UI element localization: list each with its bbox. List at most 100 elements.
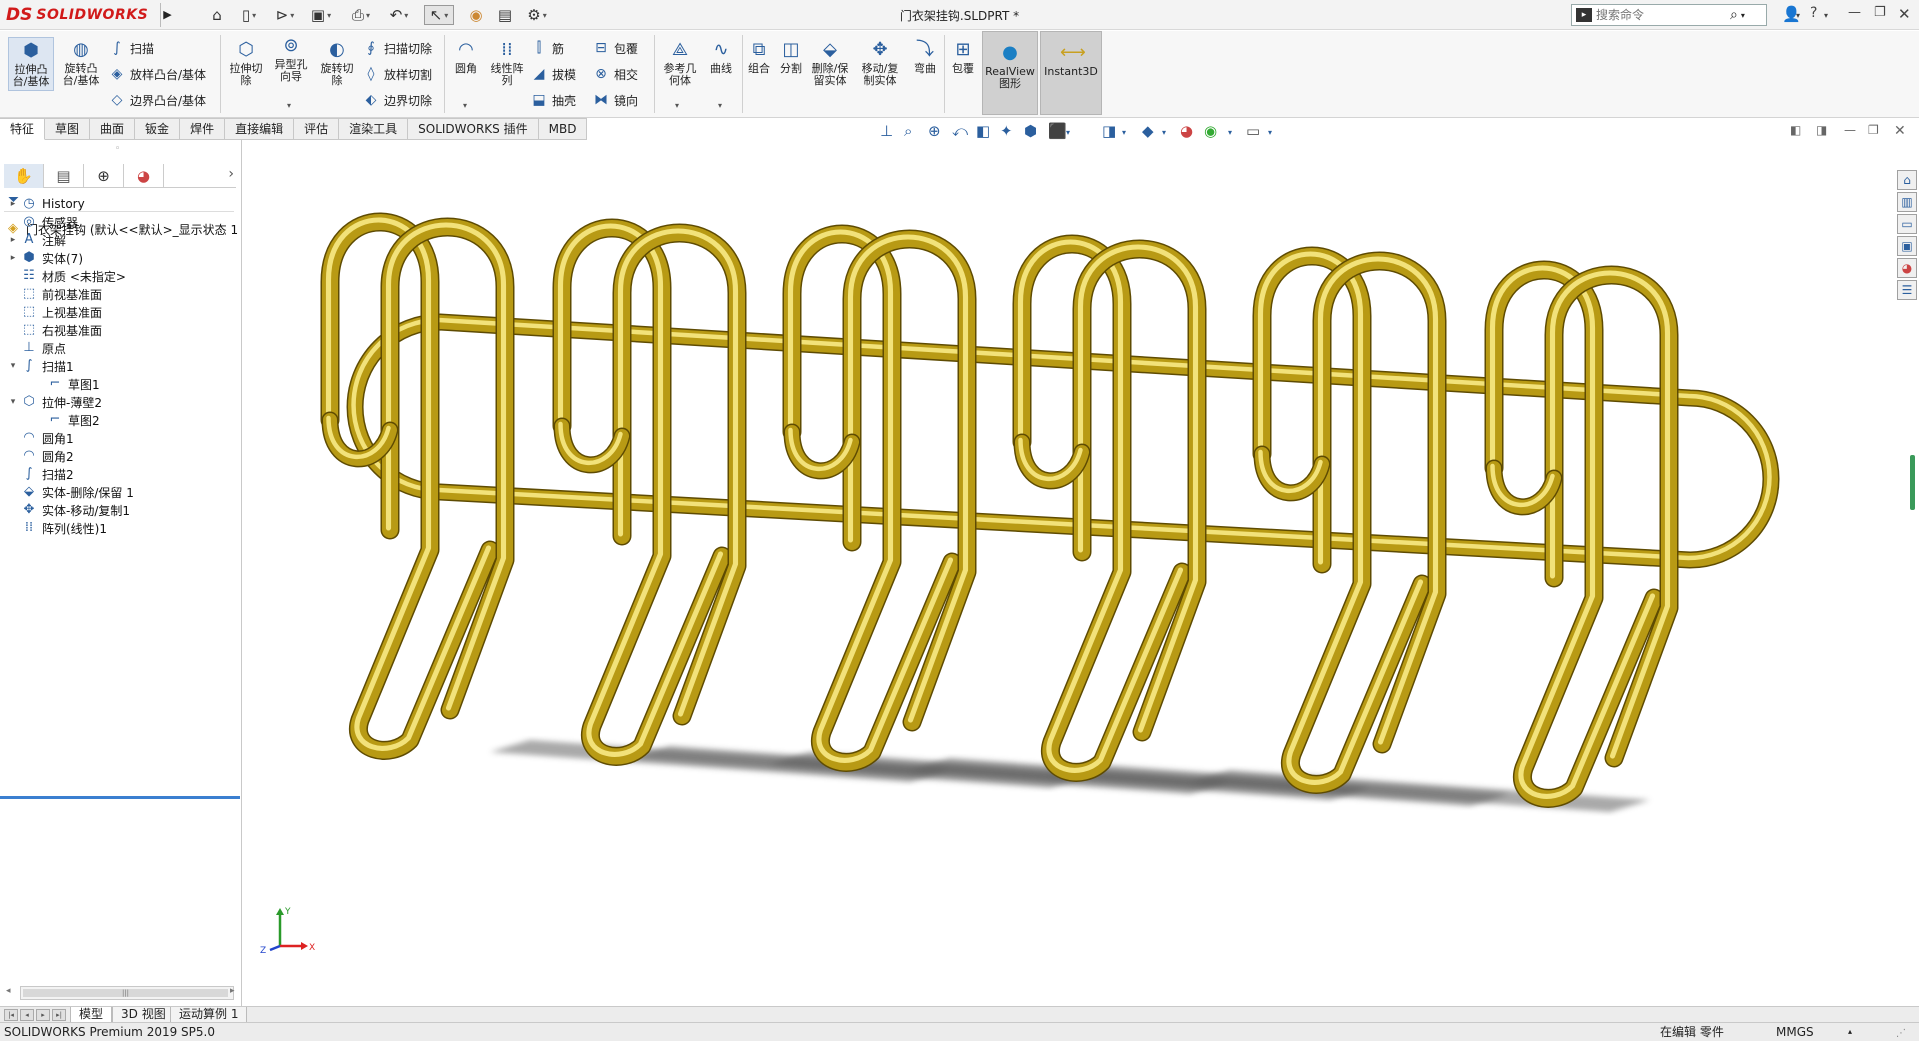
curves-dropdown-icon[interactable]: ▾ — [718, 101, 722, 110]
view-orientation-icon[interactable]: ⬢ — [1024, 122, 1037, 140]
search-command-box[interactable]: ▸ ⌕ ▾ — [1571, 4, 1767, 26]
sweep-button[interactable]: ∫ 扫描 — [108, 39, 154, 57]
design-library-icon[interactable]: ▥ — [1897, 192, 1917, 212]
search-input[interactable] — [1596, 8, 1726, 22]
edit-appearance-dropdown-icon[interactable]: ▾ — [1162, 128, 1166, 137]
appearances-scenes-icon[interactable]: ◕ — [1897, 258, 1917, 278]
open-button[interactable]: ⊳ ▾ — [270, 5, 300, 25]
view-settings-dropdown-icon[interactable]: ▾ — [1228, 128, 1232, 137]
restore-icon[interactable]: ❐ — [1874, 5, 1886, 20]
boundary-cut-button[interactable]: ⬖ 边界切除 — [362, 91, 432, 109]
help-dropdown-icon[interactable]: ▾ — [1824, 11, 1828, 20]
extrude-cut-button[interactable]: ⬡ 拉伸切 除 — [226, 39, 266, 87]
viewport-scroll-indicator[interactable] — [1910, 455, 1915, 510]
shell-button[interactable]: ⬓ 抽壳 — [530, 91, 576, 109]
more-tabs-chevron-icon[interactable]: › — [228, 166, 234, 182]
dynamic-annotation-icon[interactable]: ✦ — [1000, 122, 1013, 140]
section-view-icon[interactable]: ◧ — [976, 122, 990, 140]
horizontal-scrollbar[interactable]: ||| — [20, 986, 234, 1000]
viewport-restore-icon[interactable]: ❐ — [1868, 123, 1879, 137]
realview-graphics-button[interactable]: ● RealView 图形 — [982, 31, 1038, 115]
tab-direct-editing[interactable]: 直接编辑 — [225, 118, 295, 140]
display-manager-tab-icon[interactable]: ◕ — [124, 164, 164, 188]
combine-button[interactable]: ⧉ 组合 — [744, 39, 774, 75]
extrude-boss-button[interactable]: ⬢ 拉伸凸 台/基体 — [8, 37, 54, 91]
select-button[interactable]: ↖ ▾ — [424, 5, 454, 25]
view-orientation-axes-icon[interactable]: ⊥ — [880, 122, 893, 140]
property-manager-tab-icon[interactable]: ▤ — [44, 164, 84, 188]
search-icon[interactable]: ⌕ — [1730, 7, 1738, 23]
tab-mbd[interactable]: MBD — [538, 118, 588, 140]
expand-arrow-icon[interactable]: ▸ — [8, 253, 18, 263]
custom-properties-icon[interactable]: ☰ — [1897, 280, 1917, 300]
unit-dropdown-icon[interactable]: ▴ — [1848, 1023, 1852, 1041]
wrap-feature-button[interactable]: ⊞ 包覆 — [948, 39, 978, 75]
tab-3d-view[interactable]: 3D 视图 — [112, 1007, 175, 1023]
prev-tab-icon[interactable]: ◂ — [20, 1009, 34, 1021]
save-button[interactable]: ▣ ▾ — [306, 5, 336, 25]
instant3d-button[interactable]: ⟷ Instant3D — [1040, 31, 1102, 115]
solidworks-resources-icon[interactable]: ⌂ — [1897, 170, 1917, 190]
solidworks-logo[interactable]: DS SOLIDWORKS — [6, 4, 148, 26]
coat-rack-model[interactable] — [243, 140, 1903, 1006]
flex-button[interactable]: ⤵ 弯曲 — [910, 39, 940, 75]
tab-motion-study[interactable]: 运动算例 1 — [170, 1007, 248, 1023]
fillet-button[interactable]: ◠ 圆角 — [450, 39, 482, 75]
close-icon[interactable]: ✕ — [1898, 5, 1911, 23]
hide-show-items-icon[interactable]: ◨ — [1102, 122, 1116, 140]
display-monitor-icon[interactable]: ▭ — [1246, 122, 1260, 140]
rollback-bar[interactable] — [0, 796, 240, 799]
view-palette-icon[interactable]: ▣ — [1897, 236, 1917, 256]
apply-scene-icon[interactable]: ◕ — [1180, 122, 1193, 140]
minimize-icon[interactable]: — — [1848, 5, 1861, 20]
tab-solidworks-addins[interactable]: SOLIDWORKS 插件 — [408, 118, 539, 140]
sweep-cut-button[interactable]: ∮ 扫描切除 — [362, 39, 432, 57]
unit-system[interactable]: MMGS — [1776, 1023, 1814, 1041]
file-properties-icon[interactable]: ▤ — [494, 5, 516, 25]
rebuild-icon[interactable]: ◉ — [466, 5, 486, 25]
graphics-area[interactable] — [243, 140, 1903, 1006]
delete-keep-body-button[interactable]: ⬙ 删除/保 留实体 — [808, 39, 852, 87]
collapse-arrow-icon[interactable]: ▾ — [8, 361, 18, 371]
tree-item[interactable]: ⁞⁞ 阵列(线性)1 — [8, 517, 107, 539]
tab-surfaces[interactable]: 曲面 — [90, 118, 136, 140]
tab-sketch[interactable]: 草图 — [45, 118, 91, 140]
viewport-left-icon[interactable]: ◧ — [1790, 123, 1801, 137]
split-button[interactable]: ◫ 分割 — [776, 39, 806, 75]
first-tab-icon[interactable]: |◂ — [4, 1009, 18, 1021]
display-style-icon[interactable]: ⬛ — [1048, 122, 1067, 140]
new-document-button[interactable]: ▯ ▾ — [234, 5, 264, 25]
mirror-button[interactable]: ⧓ 镜向 — [592, 91, 638, 109]
menu-expand-arrow-icon[interactable]: ▶ — [160, 3, 174, 27]
display-style-dropdown-icon[interactable]: ▾ — [1066, 128, 1070, 137]
tab-sheet-metal[interactable]: 钣金 — [135, 118, 181, 140]
hole-wizard-button[interactable]: ⊚ 异型孔 向导 — [270, 35, 312, 83]
display-monitor-dropdown-icon[interactable]: ▾ — [1268, 128, 1272, 137]
viewport-minimize-icon[interactable]: — — [1844, 123, 1856, 137]
reference-geometry-dropdown-icon[interactable]: ▾ — [675, 101, 679, 110]
previous-view-icon[interactable]: ⤺ — [952, 122, 968, 140]
view-settings-icon[interactable]: ◉ — [1204, 122, 1217, 140]
tab-evaluate[interactable]: 评估 — [294, 118, 340, 140]
scroll-left-icon[interactable]: ◂ — [6, 986, 11, 996]
search-dropdown-icon[interactable]: ▾ — [1741, 11, 1745, 20]
expand-arrow-icon[interactable]: ▸ — [8, 235, 18, 245]
zoom-to-fit-icon[interactable]: ⌕ — [904, 122, 912, 140]
move-copy-body-button[interactable]: ✥ 移动/复 制实体 — [858, 39, 902, 87]
zoom-to-area-icon[interactable]: ⊕ — [928, 122, 941, 140]
fillet-dropdown-icon[interactable]: ▾ — [463, 101, 467, 110]
intersect-button[interactable]: ⊗ 相交 — [592, 65, 638, 83]
rib-button[interactable]: ⫿ 筋 — [530, 39, 564, 57]
panel-gripper-icon[interactable]: ◦ — [115, 144, 120, 154]
loft-boss-button[interactable]: ◈ 放样凸台/基体 — [108, 65, 206, 83]
tab-weldments[interactable]: 焊件 — [180, 118, 226, 140]
scrollbar-thumb[interactable]: ||| — [23, 989, 228, 997]
print-button[interactable]: ⎙ ▾ — [346, 5, 376, 25]
options-button[interactable]: ⚙ ▾ — [522, 5, 552, 25]
search-mode-icon[interactable]: ▸ — [1576, 8, 1592, 22]
next-tab-icon[interactable]: ▸ — [36, 1009, 50, 1021]
home-icon[interactable]: ⌂ — [206, 5, 228, 25]
edit-appearance-icon[interactable]: ◆ — [1142, 122, 1154, 140]
expand-arrow-icon[interactable]: ▸ — [8, 199, 18, 209]
curves-button[interactable]: ∿ 曲线 — [704, 39, 738, 75]
